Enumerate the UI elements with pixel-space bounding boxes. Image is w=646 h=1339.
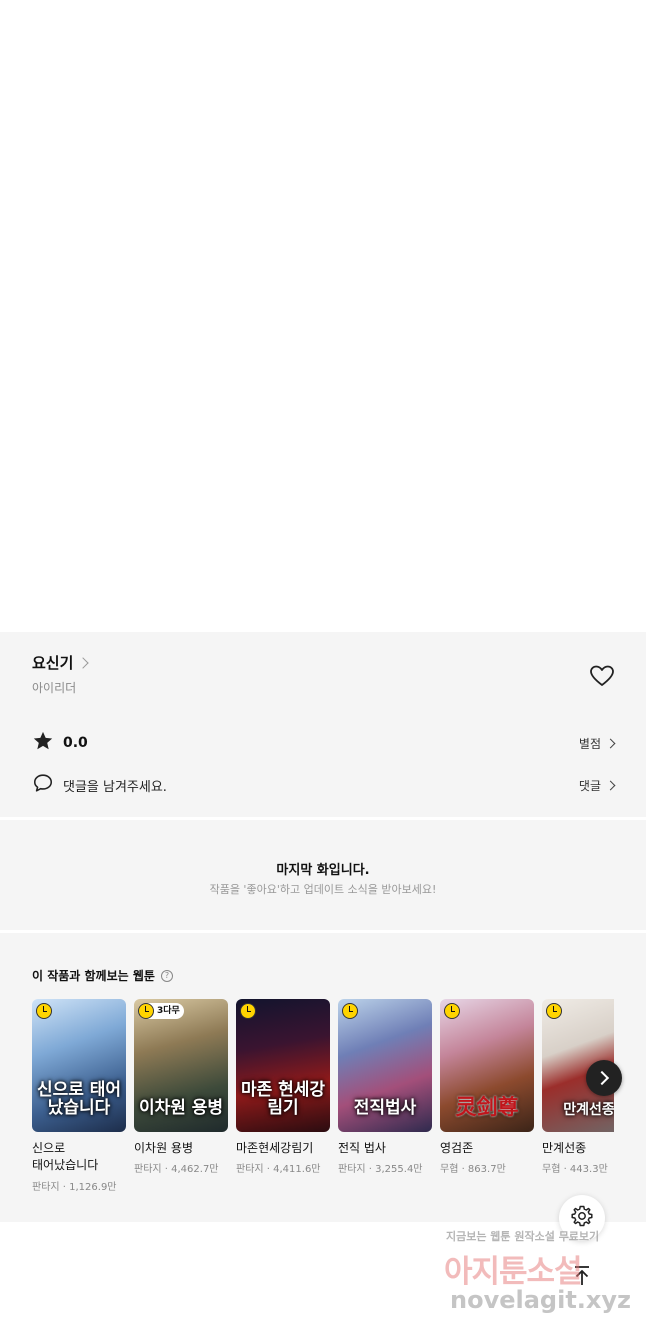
recommendation-card[interactable]: 마존 현세강림기 마존현세강림기 판타지 · 4,411.6만 xyxy=(236,999,330,1175)
last-episode-subtitle: 작품을 '좋아요'하고 업데이트 소식을 받아보세요! xyxy=(209,883,437,896)
comment-row[interactable]: 댓글을 남겨주세요. 댓글 xyxy=(32,772,616,798)
card-title: 전직 법사 xyxy=(338,1141,386,1155)
work-author: 아이리더 xyxy=(32,681,77,695)
comment-icon xyxy=(32,772,54,798)
rating-link[interactable]: 별점 xyxy=(578,735,616,752)
comment-link-label: 댓글 xyxy=(578,778,601,793)
rating-link-label: 별점 xyxy=(578,736,601,751)
card-meta: 판타지 · 4,462.7만 xyxy=(134,1164,219,1176)
clock-icon xyxy=(240,1003,256,1019)
card-meta: 무협 · 863.7만 xyxy=(440,1164,506,1176)
card-thumbnail: 3다무 이차원 용병 xyxy=(134,999,228,1132)
help-icon[interactable]: ? xyxy=(160,969,173,982)
scroll-top-icon xyxy=(570,1264,594,1292)
rating-row: 0.0 별점 xyxy=(32,730,616,756)
clock-icon xyxy=(546,1003,562,1019)
card-title: 신으로 태어났습니다 xyxy=(32,1141,99,1173)
settings-gear-icon xyxy=(570,1204,594,1232)
scroll-top-button[interactable] xyxy=(562,1258,602,1298)
recommendation-card[interactable]: 신으로 태어났습니다 신으로 태어났습니다 판타지 · 1,126.9만 xyxy=(32,999,126,1193)
recommendation-carousel: 신으로 태어났습니다 신으로 태어났습니다 판타지 · 1,126.9만 3다무… xyxy=(32,999,614,1209)
viewer-blank-area xyxy=(0,0,646,632)
recommendation-header: 이 작품과 함께보는 웹툰 ? xyxy=(32,967,173,984)
rating-value: 0.0 xyxy=(63,735,88,751)
work-title: 요신기 xyxy=(32,654,74,672)
thumbnail-title: 마존 현세강림기 xyxy=(240,1080,326,1119)
thumbnail-title: 전직법사 xyxy=(353,1098,417,1119)
watermark-url: novelagit.xyz xyxy=(450,1286,632,1314)
next-arrow-icon xyxy=(594,1070,610,1086)
thumbnail-title: 신으로 태어났습니다 xyxy=(36,1080,122,1119)
wait-free-badge: 3다무 xyxy=(138,1003,184,1019)
last-episode-title: 마지막 화입니다. xyxy=(276,863,370,878)
card-title: 영검존 xyxy=(440,1141,474,1155)
work-title-link[interactable]: 요신기 xyxy=(32,652,90,673)
settings-button[interactable] xyxy=(559,1195,605,1241)
recommendation-card[interactable]: 전직법사 전직 법사 판타지 · 3,255.4만 xyxy=(338,999,432,1175)
carousel-next-button[interactable] xyxy=(586,1060,622,1096)
recommendation-card[interactable]: 灵剑尊 영검존 무협 · 863.7만 xyxy=(440,999,534,1175)
card-title: 마존현세강림기 xyxy=(236,1141,314,1155)
last-episode-panel: 마지막 화입니다. 작품을 '좋아요'하고 업데이트 소식을 받아보세요! xyxy=(0,820,646,930)
card-thumbnail: 신으로 태어났습니다 xyxy=(32,999,126,1132)
chevron-right-icon xyxy=(77,656,90,669)
clock-icon xyxy=(342,1003,358,1019)
card-meta: 판타지 · 3,255.4만 xyxy=(338,1164,423,1176)
recommendation-title: 이 작품과 함께보는 웹툰 xyxy=(32,969,155,983)
thumbnail-title: 이차원 용병 xyxy=(138,1098,224,1119)
comment-prompt: 댓글을 남겨주세요. xyxy=(63,779,167,795)
card-meta: 판타지 · 4,411.6만 xyxy=(236,1164,321,1176)
card-title: 이차원 용병 xyxy=(134,1141,194,1155)
card-thumbnail: 마존 현세강림기 xyxy=(236,999,330,1132)
chevron-right-icon xyxy=(605,780,616,790)
card-thumbnail: 灵剑尊 xyxy=(440,999,534,1132)
heart-icon[interactable] xyxy=(589,664,615,688)
chevron-right-icon xyxy=(605,738,616,748)
work-info-panel: 요신기 아이리더 0.0 별점 댓글을 남겨주세요. 댓글 xyxy=(0,632,646,817)
site-watermark: 지금보는 웹툰 원작소설 무료보기 아지툰소설 novelagit.xyz xyxy=(440,1228,640,1323)
card-meta: 판타지 · 1,126.9만 xyxy=(32,1181,117,1193)
watermark-brand: 아지툰소설 xyxy=(444,1254,583,1290)
card-thumbnail: 전직법사 xyxy=(338,999,432,1132)
recommendation-card[interactable]: 3다무 이차원 용병 이차원 용병 판타지 · 4,462.7만 xyxy=(134,999,228,1175)
card-meta: 무협 · 443.3만 xyxy=(542,1164,608,1176)
card-title: 만계선종 xyxy=(542,1141,587,1155)
recommendation-section: 이 작품과 함께보는 웹툰 ? 신으로 태어났습니다 신으로 태어났습니다 판타… xyxy=(0,933,646,1222)
thumbnail-title: 灵剑尊 xyxy=(455,1094,519,1119)
star-icon xyxy=(32,730,54,756)
clock-icon xyxy=(444,1003,460,1019)
comment-link[interactable]: 댓글 xyxy=(578,777,616,794)
clock-icon xyxy=(138,1003,154,1019)
thumbnail-title: 만계선종 xyxy=(563,1102,614,1119)
clock-icon xyxy=(36,1003,52,1019)
